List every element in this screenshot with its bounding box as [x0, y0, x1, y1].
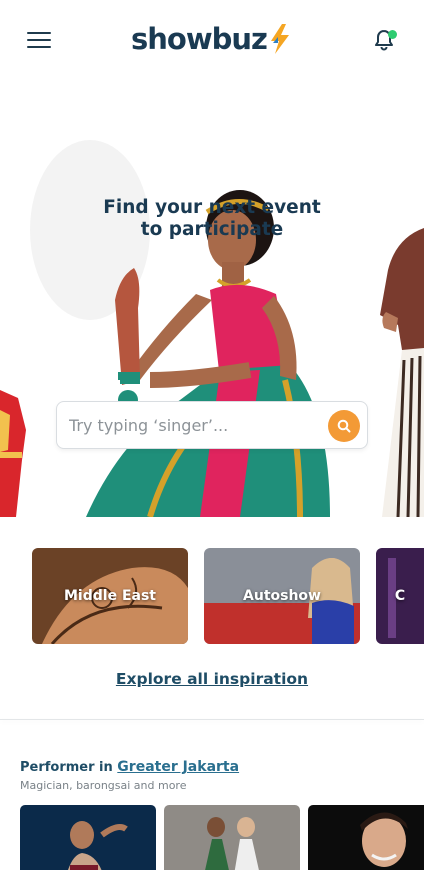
hero-title: Find your next event to participate [0, 197, 424, 241]
search-input[interactable] [69, 415, 319, 435]
performer-subtitle: Magician, barongsai and more [20, 779, 187, 792]
hero-title-line2: to participate [140, 219, 284, 240]
performer-prefix: Performer in [20, 760, 113, 775]
inspiration-card-autoshow[interactable]: Autoshow [204, 548, 360, 644]
performer-card[interactable] [20, 805, 156, 870]
card-label: C [394, 588, 406, 604]
inspiration-card-middle-east[interactable]: Middle East [32, 548, 188, 644]
card-label: Autoshow [243, 588, 321, 604]
lightning-bolt-icon [270, 24, 289, 54]
notification-dot [388, 30, 397, 39]
performer-carousel [20, 805, 424, 870]
logo-text: showbuz [131, 22, 268, 56]
performer-photo [164, 805, 300, 870]
performer-card[interactable] [308, 805, 424, 870]
search-bar [56, 401, 368, 449]
performer-section-heading: Performer in Greater Jakarta [20, 759, 239, 775]
hero-title-line1: Find your next event [103, 197, 321, 218]
hero-section: Find your next event to participate [0, 80, 424, 517]
explore-inspiration-link[interactable]: Explore all inspiration [0, 670, 424, 688]
search-icon [337, 419, 351, 433]
search-button[interactable] [328, 410, 360, 442]
showbuzz-logo[interactable]: showbuz [131, 20, 291, 58]
section-divider [0, 719, 424, 720]
card-label: Middle East [64, 588, 156, 604]
hamburger-menu-icon[interactable] [27, 32, 51, 48]
performer-card[interactable] [164, 805, 300, 870]
performer-photo [20, 805, 156, 870]
inspiration-carousel: Middle East Autoshow C [32, 548, 424, 644]
location-selector-link[interactable]: Greater Jakarta [117, 759, 239, 775]
dancer-hero-image [0, 140, 424, 517]
inspiration-card-3[interactable]: C [376, 548, 424, 644]
top-navigation-bar: showbuz [0, 0, 424, 80]
performer-photo [308, 805, 424, 870]
